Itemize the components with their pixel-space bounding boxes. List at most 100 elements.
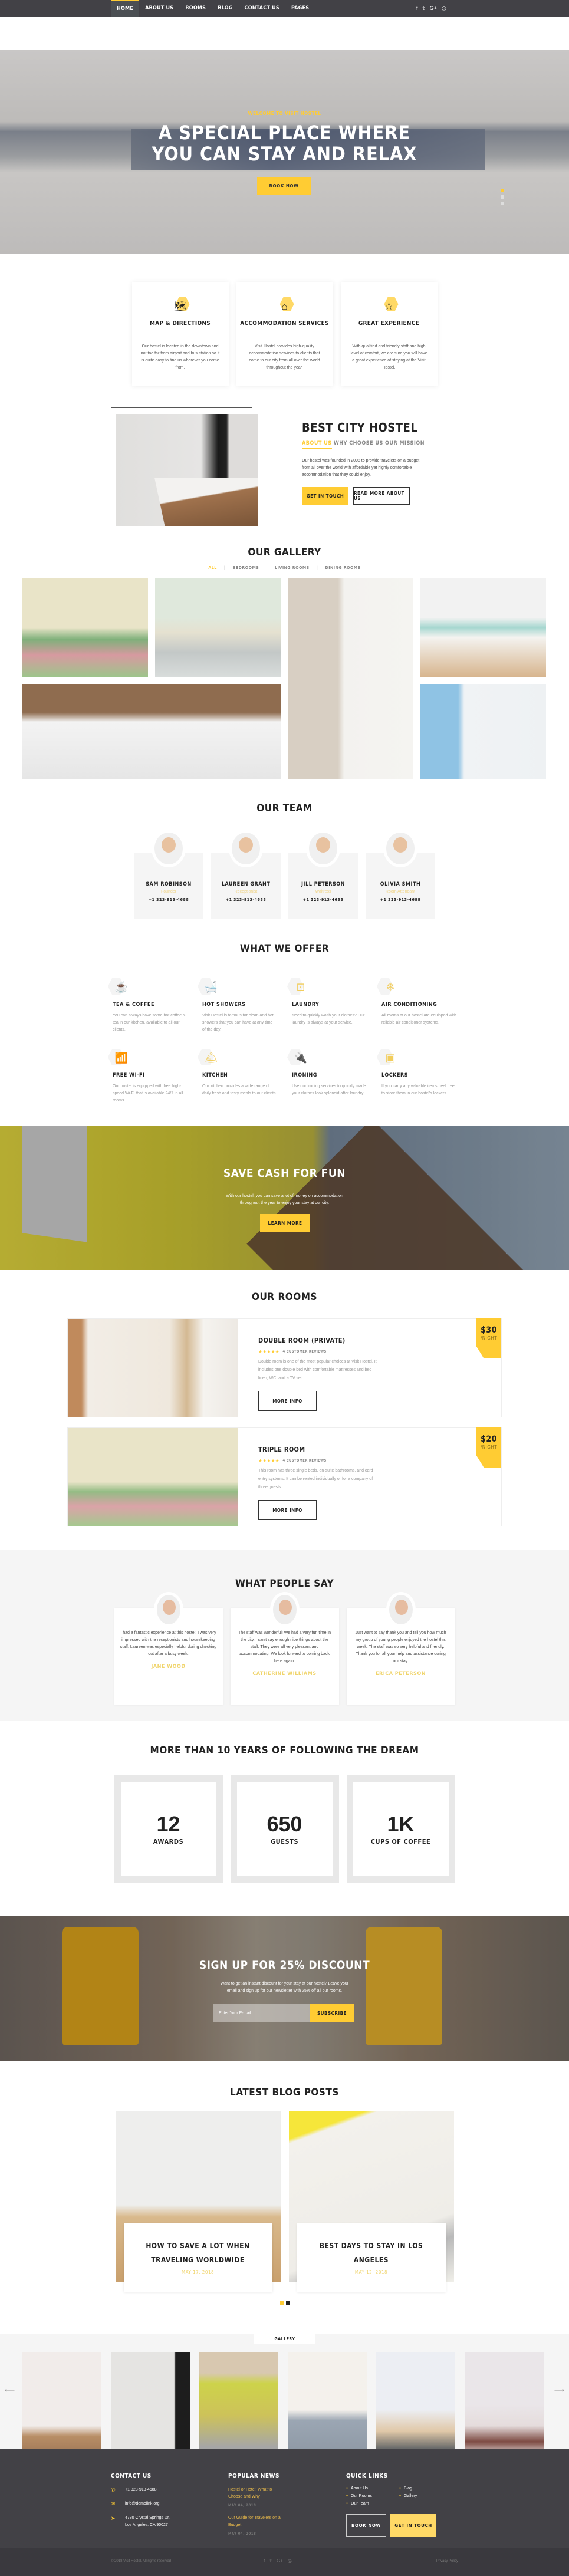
book-now-button[interactable]: Book Now — [257, 177, 311, 195]
quick-link-about-us[interactable]: About Us — [346, 2486, 399, 2491]
tab-why-choose-us[interactable]: Why Choose Us — [334, 440, 383, 446]
facebook-icon[interactable]: f — [264, 2558, 265, 2564]
blog-post-date: May 12, 2018 — [354, 2269, 388, 2275]
carousel-image[interactable] — [22, 2352, 101, 2457]
member-phone[interactable]: +1 323-913-4688 — [211, 897, 281, 902]
quick-link-our-team[interactable]: Our Team — [346, 2502, 399, 2506]
room-reviews[interactable]: 4 Customer Reviews — [282, 1350, 326, 1354]
nav-item-about-us[interactable]: About Us — [139, 0, 179, 17]
footer-news: Popular News Hostel or Hotel: What to Ch… — [228, 2473, 284, 2536]
arrow-right-icon[interactable]: ⟶ — [554, 2386, 564, 2394]
learn-more-button[interactable]: Learn More — [260, 1214, 310, 1232]
filter-living-rooms[interactable]: Living Rooms — [275, 565, 310, 570]
filter-dining-rooms[interactable]: Dining Rooms — [325, 565, 360, 570]
news-link[interactable]: Our Guide for Travelers on a Budget — [228, 2515, 284, 2529]
instagram-icon[interactable]: ◎ — [442, 5, 446, 12]
member-phone[interactable]: +1 323-913-4688 — [288, 897, 358, 902]
email-input[interactable] — [213, 2004, 310, 2022]
gallery-image-bedroom-pillows[interactable] — [155, 578, 281, 677]
facebook-icon[interactable]: f — [416, 5, 418, 12]
location-arrow-icon: ➤ — [111, 2515, 116, 2521]
footer-book-now-button[interactable]: Book Now — [346, 2514, 386, 2537]
room-name: Double Room (Private) — [258, 1337, 346, 1344]
avatar — [229, 830, 263, 867]
offer-item: 🔌 Ironing Use our ironing services to quic… — [292, 1049, 367, 1104]
signup-banner: Sign Up for 25% Discount Want to get an … — [0, 1916, 569, 2061]
testimonial-card: I had a fantastic experience at this hos… — [114, 1592, 223, 1705]
gallery-image-bedroom-floral[interactable] — [22, 578, 148, 677]
news-date: May 04, 2018 — [228, 2503, 256, 2508]
member-phone[interactable]: +1 323-913-4688 — [366, 897, 435, 902]
arrow-left-icon[interactable]: ⟵ — [5, 2386, 15, 2394]
subscribe-button[interactable]: Subscribe — [310, 2004, 354, 2022]
twitter-icon[interactable]: 𝕥 — [423, 5, 425, 12]
map-icon: 🗺 — [173, 299, 188, 314]
page-dot-1[interactable] — [279, 2301, 284, 2305]
room-price: $20 — [481, 1435, 497, 1444]
room-image-triple[interactable] — [68, 1428, 238, 1526]
carousel-image[interactable] — [199, 2352, 278, 2457]
testimonial-text: Just want to say thank you and tell you … — [355, 1631, 446, 1663]
plug-icon: 🔌 — [292, 1049, 310, 1067]
page-dot-2[interactable] — [285, 2301, 290, 2305]
nav-item-rooms[interactable]: Rooms — [179, 0, 212, 17]
rooms-section: Our Rooms Double Room (Private) ★★★★✬ 4 C… — [0, 1291, 569, 1526]
footer-news-title: Popular News — [228, 2473, 279, 2479]
team-section: Our Team Sam Robinson Founder +1 323-913… — [0, 802, 569, 919]
tab-about-us[interactable]: About Us — [302, 440, 332, 449]
blog-post-title[interactable]: How to Save a Lot When Traveling Worldwi… — [124, 2239, 272, 2267]
room-reviews[interactable]: 4 Customer Reviews — [282, 1459, 326, 1463]
slide-dot-2[interactable] — [501, 195, 504, 199]
team-card: Laureen Grant Receptionist +1 323-913-46… — [211, 830, 281, 919]
stat-label: Cups of Coffee — [370, 1837, 431, 1845]
phone-text[interactable]: +1 323-913-4688 — [125, 2486, 157, 2493]
email-text[interactable]: info@demolink.org — [125, 2501, 159, 2508]
blog-post-title[interactable]: Best Days to Stay in Los Angeles — [297, 2239, 446, 2267]
footer-get-in-touch-button[interactable]: Get in Touch — [390, 2514, 436, 2537]
gallery-image-dining-kitchen[interactable] — [420, 578, 546, 677]
testimonials-list: I had a fantastic experience at this hos… — [0, 1592, 569, 1705]
slide-dot-3[interactable] — [501, 202, 504, 205]
instagram-icon[interactable]: ◎ — [288, 2558, 292, 2564]
blog-post-card[interactable]: Best Days to Stay in Los Angeles May 12, … — [288, 2111, 454, 2293]
avatar — [306, 830, 340, 867]
nav-item-contact-us[interactable]: Contact Us — [239, 0, 285, 17]
google-plus-icon[interactable]: G+ — [277, 2558, 283, 2564]
carousel-image[interactable] — [288, 2352, 367, 2457]
gallery-image-living-chair[interactable] — [288, 578, 413, 779]
gallery-image-bedroom-blue[interactable] — [420, 684, 546, 779]
avatar — [383, 830, 417, 867]
more-info-button[interactable]: More Info — [258, 1391, 317, 1411]
carousel-image[interactable] — [111, 2352, 190, 2457]
more-info-button[interactable]: More Info — [258, 1500, 317, 1520]
filter-bedrooms[interactable]: Bedrooms — [233, 565, 259, 570]
quick-link-our-rooms[interactable]: Our Rooms — [346, 2494, 399, 2498]
blog-post-card[interactable]: How to Save a Lot When Traveling Worldwi… — [115, 2111, 281, 2293]
offer-item-text: Our kitchen provides a wide range of dai… — [202, 1084, 277, 1095]
carousel-image[interactable] — [465, 2352, 544, 2457]
footer: Contact Us ✆ +1 323-913-4688 ✉ info@demoli… — [0, 2449, 569, 2548]
quick-link-blog[interactable]: Blog — [399, 2486, 435, 2491]
offer-item-text: Use our ironing services to quickly made… — [292, 1084, 366, 1095]
slide-dot-1[interactable] — [501, 189, 504, 192]
carousel-image[interactable] — [376, 2352, 455, 2457]
stat-box: 12 Awards — [114, 1775, 223, 1883]
filter-all[interactable]: All — [208, 565, 216, 570]
gallery-image-bedroom-towels[interactable] — [22, 684, 281, 779]
member-phone[interactable]: +1 323-913-4688 — [134, 897, 203, 902]
read-more-button[interactable]: Read More About Us — [353, 487, 410, 505]
carousel-images — [22, 2352, 544, 2457]
tab-our-mission[interactable]: Our Mission — [385, 440, 425, 446]
room-info: Double Room (Private) ★★★★✬ 4 Customer Re… — [238, 1319, 485, 1417]
nav-item-home[interactable]: Home — [111, 0, 140, 17]
nav-item-blog[interactable]: Blog — [212, 0, 238, 17]
google-plus-icon[interactable]: G+ — [430, 5, 437, 12]
nav-item-pages[interactable]: Pages — [285, 0, 315, 17]
get-in-touch-button[interactable]: Get in Touch — [302, 487, 348, 505]
news-link[interactable]: Hostel or Hotel: What to Choose and Why — [228, 2486, 284, 2501]
signup-form: Subscribe — [213, 2004, 354, 2022]
room-image-double[interactable] — [68, 1319, 238, 1417]
quick-link-gallery[interactable]: Gallery — [399, 2494, 435, 2498]
twitter-icon[interactable]: 𝕥 — [269, 2558, 272, 2564]
privacy-policy-link[interactable]: Privacy Policy — [436, 2559, 458, 2563]
